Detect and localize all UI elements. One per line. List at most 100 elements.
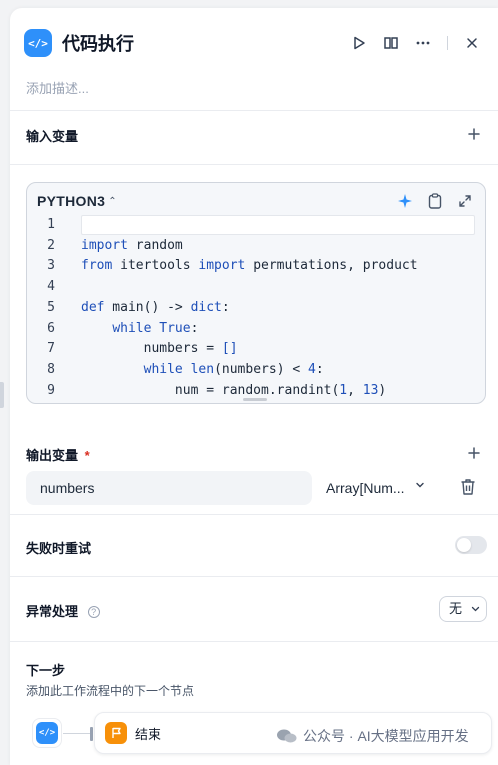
input-variables-title: 输入变量 (26, 129, 79, 144)
variable-type-label: Array[Num... (326, 480, 405, 496)
line-number: 8 (47, 361, 55, 377)
code-line[interactable]: 6 while True: (27, 319, 198, 339)
output-variables-label: 输出变量 (26, 448, 79, 463)
line-content: numbers = [] (81, 339, 238, 359)
line-content: def main() -> dict: (81, 298, 230, 318)
code-line[interactable]: 4 (27, 277, 55, 297)
description-input[interactable]: 添加描述... (26, 78, 89, 97)
code-keyword: True (159, 320, 191, 336)
code-keyword: def (81, 299, 105, 315)
code-text: main() -> (104, 299, 191, 315)
panel-title[interactable]: 代码执行 (62, 30, 339, 56)
play-icon (354, 36, 365, 50)
active-line-highlight (81, 215, 475, 235)
plus-icon (468, 128, 480, 140)
code-line[interactable]: 2 import random (27, 236, 183, 256)
resize-handle[interactable] (243, 398, 267, 401)
line-number: 7 (47, 341, 55, 357)
clipboard-icon (428, 193, 442, 209)
toggle-knob (457, 538, 471, 552)
code-line[interactable]: 1 (27, 215, 55, 235)
connector-handle (90, 727, 93, 741)
code-node-icon: </> (24, 29, 52, 57)
divider (10, 641, 498, 642)
trash-icon (461, 479, 475, 495)
code-line[interactable]: 5 def main() -> dict: (27, 298, 230, 318)
output-variables-title: 输出变量 * (26, 445, 90, 464)
panel-resize-handle[interactable] (0, 382, 4, 408)
retry-toggle[interactable] (455, 536, 487, 554)
code-text: : (190, 320, 199, 336)
current-node-icon: </> (32, 718, 62, 748)
help-circle-icon[interactable]: ? (87, 606, 100, 618)
language-select[interactable]: PYTHON3 (37, 193, 105, 209)
expand-button[interactable] (455, 191, 475, 211)
code-area[interactable]: 1 2 import random 3 from itertools import pe… (27, 213, 485, 403)
error-handling-value: 无 (449, 601, 463, 616)
code-text: , (347, 382, 363, 398)
run-button[interactable] (347, 31, 371, 55)
code-line[interactable]: 8 while len(numbers) < 4: (27, 360, 323, 380)
code-keyword: len (190, 361, 215, 377)
divider (10, 164, 498, 165)
close-icon (467, 38, 477, 48)
line-number: 9 (47, 382, 55, 398)
more-button[interactable] (411, 31, 435, 55)
output-variable-type-select[interactable]: Array[Num... (326, 471, 425, 505)
close-button[interactable] (460, 31, 484, 55)
output-variable-name-input[interactable]: numbers (26, 471, 312, 505)
error-handling-title: 异常处理 ? (26, 601, 100, 620)
panel-header: </> 代码执行 (24, 28, 484, 58)
code-editor[interactable]: PYTHON3 ⌃ 1 2 import random 3 from itertools… (26, 182, 486, 404)
add-output-variable-button[interactable] (466, 445, 482, 461)
line-number: 2 (47, 237, 55, 253)
code-keyword: 1 (339, 382, 348, 398)
add-input-variable-button[interactable] (466, 126, 482, 142)
code-keyword: import (81, 237, 128, 253)
line-number: 4 (47, 279, 55, 295)
header-separator (447, 36, 448, 50)
error-handling-select[interactable]: 无 (439, 596, 487, 622)
code-line[interactable]: 7 numbers = [] (27, 339, 237, 359)
docs-button[interactable] (379, 31, 403, 55)
code-text: itertools (112, 258, 199, 274)
code-text: : (315, 361, 324, 377)
book-icon (384, 37, 398, 49)
code-keyword: while (143, 361, 183, 377)
line-number: 5 (47, 299, 55, 315)
line-content: while len(numbers) < 4: (81, 360, 324, 380)
line-content: from itertools import permutations, prod… (81, 256, 418, 276)
line-number: 6 (47, 320, 55, 336)
line-number: 1 (47, 217, 55, 232)
watermark-text: 公众号 · AI大模型应用开发 (303, 728, 469, 744)
wechat-icon (277, 729, 297, 743)
plus-icon (468, 447, 480, 459)
code-text: : (221, 299, 230, 315)
code-execution-panel: </> 代码执行 添加描述... 输入变量 PYTHON3 ⌃ 1 2 impo… (10, 8, 498, 765)
code-line[interactable]: 3 from itertools import permutations, pro… (27, 256, 417, 276)
copy-code-button[interactable] (425, 191, 445, 211)
chevron-down-icon (471, 597, 480, 630)
next-step-subtitle: 添加此工作流程中的下一个节点 (26, 684, 195, 698)
divider (10, 576, 498, 577)
line-content: import random (81, 236, 183, 256)
next-step-title: 下一步 (26, 663, 66, 678)
code-text: numbers = (81, 341, 222, 357)
code-line[interactable]: 9 num = random.randint(1, 13) (27, 381, 386, 401)
required-mark: * (84, 448, 90, 463)
line-content: num = random.randint(1, 13) (81, 381, 386, 401)
code-keyword: [] (221, 341, 238, 357)
code-node-icon: </> (36, 722, 58, 744)
ai-generate-button[interactable] (395, 191, 415, 211)
code-text: num = random.randint( (81, 382, 340, 398)
code-text: (numbers) < (214, 361, 308, 377)
code-text: permutations, product (245, 258, 418, 274)
end-node-label: 结束 (135, 726, 162, 742)
delete-variable-button[interactable] (460, 478, 478, 496)
updown-chevron-icon: ⌃ (108, 195, 117, 207)
code-keyword: dict (190, 299, 222, 315)
code-keyword: import (198, 258, 246, 274)
